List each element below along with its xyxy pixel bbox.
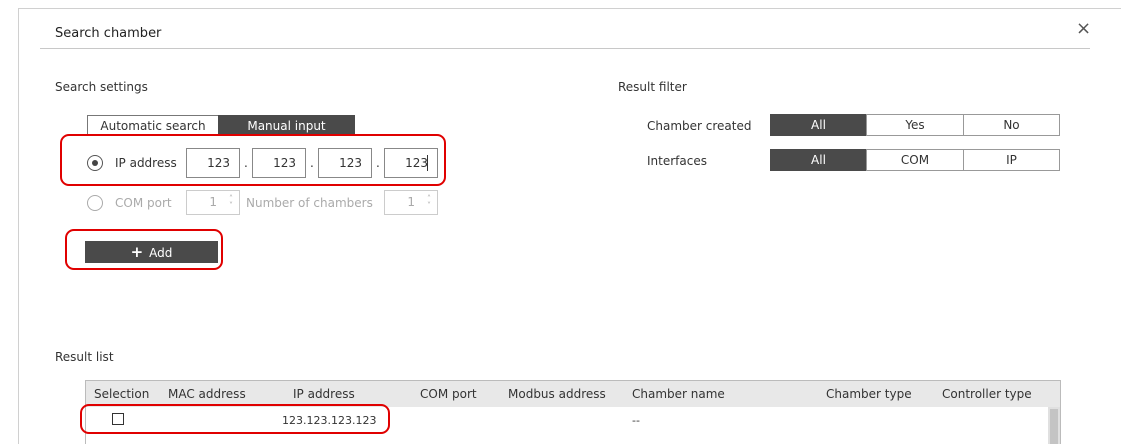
filter-created-no[interactable]: No [963,114,1060,136]
chambers-stepper[interactable]: 1 ˄ ˅ [384,190,438,215]
search-settings-label: Search settings [55,80,148,94]
highlight-result-row [80,404,390,434]
filter-created-yes[interactable]: Yes [866,114,964,136]
filter-created-all[interactable]: All [770,114,867,136]
com-port-label: COM port [115,196,172,210]
column-header-chamber-name[interactable]: Chamber name [632,387,725,401]
chamber-created-label: Chamber created [647,119,752,133]
interfaces-label: Interfaces [647,154,707,168]
column-header-ip-address[interactable]: IP address [293,387,355,401]
column-header-selection[interactable]: Selection [94,387,149,401]
highlight-ip-row [60,134,446,186]
highlight-add-button [65,229,223,270]
dialog-frame [18,8,1121,444]
result-list-label: Result list [55,350,114,364]
row-chamber-name: -- [632,414,640,427]
filter-interface-ip[interactable]: IP [963,149,1060,171]
spin-arrows-icon[interactable]: ˄ ˅ [427,195,431,210]
number-of-chambers-label: Number of chambers [246,196,373,210]
com-port-radio[interactable] [87,195,103,211]
column-header-com-port[interactable]: COM port [420,387,477,401]
dialog-title: Search chamber [55,26,162,41]
scrollbar-thumb[interactable] [1050,409,1058,444]
close-icon[interactable]: × [1076,20,1091,38]
tab-manual-input[interactable]: Manual input [218,115,355,135]
column-header-controller-type[interactable]: Controller type [942,387,1032,401]
spin-arrows-icon[interactable]: ˄ ˅ [229,195,233,210]
column-header-chamber-type[interactable]: Chamber type [826,387,912,401]
com-port-stepper[interactable]: 1 ˄ ˅ [186,190,240,215]
result-filter-label: Result filter [618,80,687,94]
title-divider [40,48,1090,49]
filter-interface-all[interactable]: All [770,149,867,171]
com-port-value: 1 [209,195,217,209]
tab-automatic-search[interactable]: Automatic search [87,115,218,135]
column-header-modbus-address[interactable]: Modbus address [508,387,606,401]
chambers-value: 1 [407,195,415,209]
column-header-mac-address[interactable]: MAC address [168,387,246,401]
filter-interface-com[interactable]: COM [866,149,964,171]
